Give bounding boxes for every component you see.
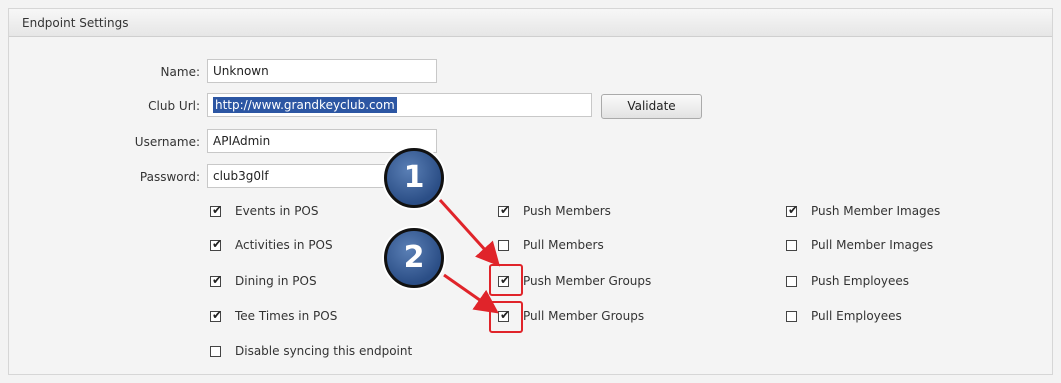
- callout-arrows: [438, 198, 501, 314]
- arrow-1: [438, 198, 501, 267]
- arrow-2: [443, 273, 499, 314]
- callout-badge-1: 1: [384, 148, 444, 208]
- callout-badge-2: 2: [384, 228, 444, 288]
